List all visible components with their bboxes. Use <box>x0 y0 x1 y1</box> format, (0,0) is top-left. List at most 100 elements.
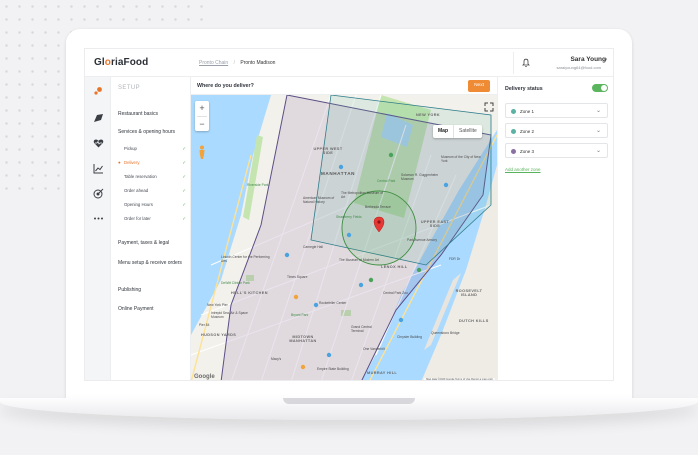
map-label: MIDTOWN MANHATTAN <box>289 335 317 343</box>
sub-item-opening-hours[interactable]: Opening Hours ✓ <box>124 202 186 207</box>
map-label: Queensboro Bridge <box>431 331 460 335</box>
delivery-status-toggle[interactable] <box>592 84 608 92</box>
nav-section-title: SETUP <box>118 85 141 91</box>
zone-color-dot <box>511 108 516 114</box>
icon-rail <box>85 77 111 380</box>
active-indicator-icon: ● <box>118 160 121 165</box>
street-view-pegman-icon[interactable] <box>197 145 207 159</box>
user-email: saraiyoung64@food.com <box>556 65 601 70</box>
sub-item-label: Delivery <box>124 160 140 165</box>
map-label: Grand Central Terminal <box>351 325 372 333</box>
map-label: LENOX HILL <box>381 265 408 269</box>
map-type-control: Map Satellite <box>433 125 482 138</box>
sub-item-order-for-later[interactable]: Order for later ✓ <box>124 216 186 221</box>
heart-monitor-icon[interactable] <box>92 137 104 149</box>
delivery-map[interactable]: MANHATTAN UPPER WEST SIDE UPPER EAST SID… <box>191 95 497 380</box>
map-label: One Vanderbilt <box>363 347 385 351</box>
sub-item-label: Opening Hours <box>124 202 153 207</box>
map-type-satellite-button[interactable]: Satellite <box>453 125 482 138</box>
zoom-out-button[interactable]: − <box>195 117 209 132</box>
sub-item-order-ahead[interactable]: Order ahead ✓ <box>124 188 186 193</box>
map-header: Where do you deliver? Next <box>191 77 497 95</box>
map-label: Intrepid Sea, Air & Space Museum <box>211 311 248 319</box>
map-type-map-button[interactable]: Map <box>433 125 453 138</box>
map-label: Pier 84 <box>199 323 210 327</box>
map-label: DeWitt Clinton Park <box>221 281 250 285</box>
map-label: HUDSON YARDS <box>201 333 237 337</box>
check-icon: ✓ <box>182 202 186 207</box>
map-label: Riverside Park <box>247 183 269 187</box>
map-label: HELL'S KITCHEN <box>231 291 268 295</box>
check-icon: ✓ <box>182 160 186 165</box>
map-label: MURRAY HILL <box>367 371 398 375</box>
next-button[interactable]: Next <box>468 80 490 92</box>
delivery-zones-panel: Delivery status Zone 1 ⌄ Zone 2 ⌄ Zone 3… <box>497 77 613 380</box>
zone-name: Zone 2 <box>520 128 535 134</box>
nav-item-online-payment[interactable]: Online Payment <box>118 306 154 312</box>
delivery-icon[interactable] <box>92 112 104 124</box>
nav-item-menu-setup[interactable]: Menu setup & receive orders <box>118 260 184 267</box>
zone-color-dot <box>511 128 516 134</box>
check-icon: ✓ <box>182 174 186 179</box>
nav-item-services-hours[interactable]: Services & opening hours <box>118 129 175 135</box>
setup-navigation: SETUP Restaurant basics Services & openi… <box>111 77 191 380</box>
target-icon[interactable] <box>92 187 104 199</box>
chart-icon[interactable] <box>92 162 104 174</box>
check-icon: ✓ <box>182 188 186 193</box>
zoom-control: + − <box>195 101 209 131</box>
breadcrumb-parent-link[interactable]: Pronto Chain <box>199 60 228 66</box>
map-label: Rockefeller Center <box>319 301 347 305</box>
zoom-in-button[interactable]: + <box>195 101 209 116</box>
map-label: The Metropolitan Museum of Art <box>341 191 383 199</box>
divider <box>513 52 514 74</box>
map-label: DUTCH KILLS <box>459 319 489 323</box>
more-icon[interactable] <box>92 212 104 224</box>
map-label: UPPER WEST SIDE <box>313 147 343 155</box>
map-label: NEW YORK <box>416 113 441 117</box>
app-window: GloriaFood Pronto Chain / Pronto Madison… <box>84 48 614 381</box>
map-label: Museum of the City of New York <box>441 155 481 163</box>
bell-icon[interactable] <box>522 58 530 68</box>
delivery-status-label: Delivery status <box>505 86 543 92</box>
breadcrumb: Pronto Chain / Pronto Madison <box>199 60 275 66</box>
map-label: UPPER EAST SIDE <box>420 220 450 228</box>
zone-name: Zone 3 <box>520 148 535 154</box>
sub-item-label: Order ahead <box>124 188 149 193</box>
nav-item-payment[interactable]: Payment, taxes & legal <box>118 240 169 246</box>
sub-item-label: Table reservation <box>124 174 157 179</box>
breadcrumb-current: Pronto Madison <box>240 60 276 66</box>
map-label: Park Avenue Armory <box>407 238 437 242</box>
sub-item-label: Pickup <box>124 146 137 151</box>
laptop-notch <box>283 398 415 404</box>
sub-item-label: Order for later <box>124 216 151 221</box>
zone-dropdown-1[interactable]: Zone 1 ⌄ <box>505 103 608 118</box>
nav-item-publishing[interactable]: Publishing <box>118 287 141 293</box>
sub-item-table-reservation[interactable]: Table reservation ✓ <box>124 174 186 179</box>
zone-dropdown-2[interactable]: Zone 2 ⌄ <box>505 123 608 138</box>
map-label: The Museum of Modern Art <box>339 258 379 262</box>
map-attribution[interactable]: Map data ©2020 Google Terms of Use Repor… <box>424 378 495 380</box>
setup-icon[interactable] <box>92 84 104 96</box>
map-label: American Museum of Natural History <box>303 196 335 204</box>
check-icon: ✓ <box>182 216 186 221</box>
add-zone-link[interactable]: Add another zone <box>505 167 541 172</box>
nav-item-restaurant-basics[interactable]: Restaurant basics <box>118 111 158 117</box>
map-label: Central Park <box>377 179 396 183</box>
map-label: MANHATTAN <box>321 171 356 176</box>
map-label: Macy's <box>271 357 282 361</box>
sub-item-delivery[interactable]: ● Delivery ✓ <box>118 160 186 165</box>
chevron-down-icon: ⌄ <box>595 108 601 114</box>
zone-dropdown-3[interactable]: Zone 3 ⌄ <box>505 143 608 158</box>
breadcrumb-separator: / <box>233 60 235 66</box>
logo[interactable]: GloriaFood <box>94 57 148 68</box>
fullscreen-icon[interactable] <box>484 102 494 112</box>
user-name[interactable]: Sara Young <box>570 56 606 63</box>
map-label: Chrysler Building <box>397 335 422 339</box>
google-logo: Google <box>194 374 215 380</box>
chevron-down-icon[interactable]: ▾ <box>604 57 607 63</box>
sub-item-pickup[interactable]: Pickup ✓ <box>124 146 186 151</box>
top-bar: GloriaFood Pronto Chain / Pronto Madison… <box>85 49 613 77</box>
map-label: Solomon R. Guggenheim Museum <box>401 173 439 181</box>
map-label: Times Square <box>287 275 308 279</box>
zone-color-dot <box>511 148 516 154</box>
